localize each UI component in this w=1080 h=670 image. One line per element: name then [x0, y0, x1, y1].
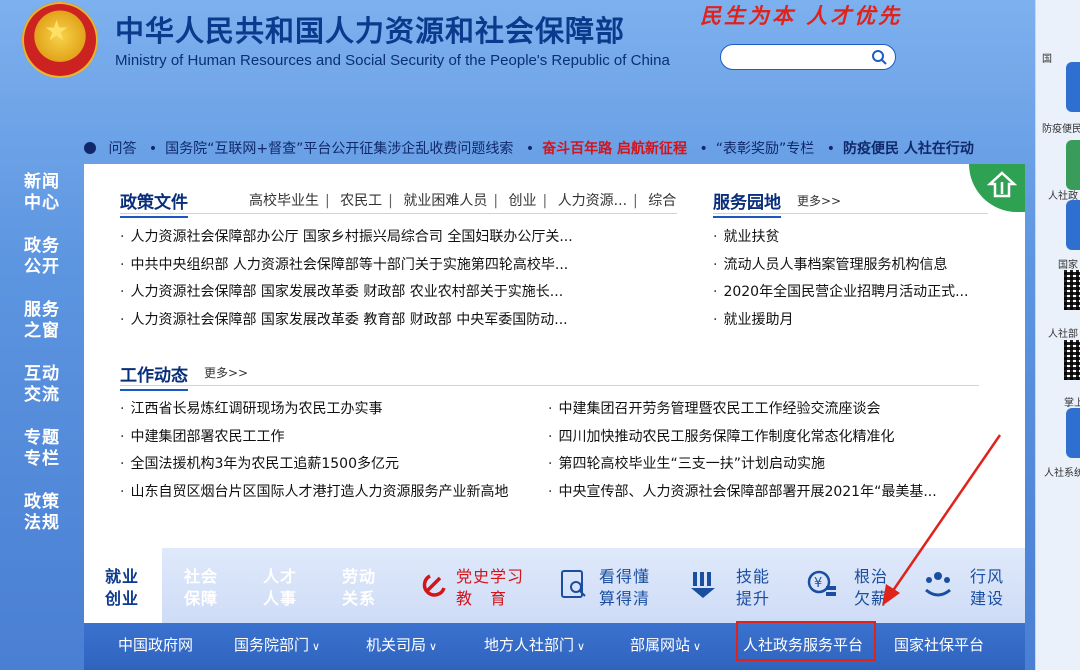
- link-local-hr[interactable]: 地方人社部门 ∨: [484, 634, 585, 655]
- tab-hr[interactable]: 人力资源...: [558, 193, 627, 209]
- tab-general[interactable]: 综合: [648, 193, 676, 209]
- list-item[interactable]: 人力资源社会保障部 国家发展改革委 财政部 农业农村部关于实施长...: [120, 279, 573, 307]
- page: 中华人民共和国人力资源和社会保障部 Ministry of Human Reso…: [0, 0, 1080, 670]
- tab-migrant-workers[interactable]: 农民工: [340, 193, 382, 209]
- list-item[interactable]: 人力资源社会保障部 国家发展改革委 教育部 财政部 中央军委国防动...: [120, 307, 573, 335]
- national-emblem-logo: [22, 2, 98, 78]
- sidebar-label: 国家: [1058, 260, 1078, 271]
- nav-service-window[interactable]: 服务之窗: [22, 300, 62, 342]
- highlight-annotation: [736, 621, 876, 661]
- arrow-annotation: [882, 434, 1002, 606]
- slogan: 民生为本 人才优先: [700, 3, 903, 28]
- site-subtitle: Ministry of Human Resources and Social S…: [115, 52, 670, 69]
- sidebar-tile[interactable]: [1066, 408, 1080, 458]
- qr-code: [1064, 340, 1080, 380]
- link-departments[interactable]: 机关司局 ∨: [366, 634, 437, 655]
- document-search-icon: [561, 570, 586, 598]
- svg-text:¥: ¥: [814, 576, 822, 591]
- service-more-link[interactable]: 更多>>: [797, 192, 841, 209]
- news-section-title[interactable]: 工作动态: [120, 361, 188, 391]
- list-item[interactable]: 中建集团部署农民工工作: [120, 424, 508, 452]
- list-item[interactable]: 人力资源社会保障部办公厅 国家乡村振兴局综合司 全国妇联办公厅关...: [120, 224, 572, 252]
- nav-interaction[interactable]: 互动交流: [22, 364, 62, 406]
- policy-section-title[interactable]: 政策文件: [120, 188, 188, 218]
- ticker-item[interactable]: “表彰奖励”专栏: [716, 141, 815, 157]
- tab-employment[interactable]: 就业 创业: [101, 566, 143, 610]
- divider: [713, 213, 988, 214]
- speaker-icon: [84, 142, 96, 154]
- list-item[interactable]: 江西省长易炼红调研现场为农民工办实事: [120, 396, 508, 424]
- list-item[interactable]: 中建集团召开劳务管理暨农民工工作经验交流座谈会: [548, 396, 937, 424]
- list-item[interactable]: 流动人员人事档案管理服务机构信息: [713, 252, 968, 280]
- news-ticker: 问答 • 国务院“互联网+督查”平台公开征集涉企乱收费问题线索 • 奋斗百年路 启航…: [84, 138, 1004, 162]
- sidebar-tile[interactable]: [1066, 200, 1080, 250]
- sidebar-tile[interactable]: [1066, 62, 1080, 112]
- site-header: 中华人民共和国人力资源和社会保障部 Ministry of Human Reso…: [0, 0, 1035, 135]
- ticker-item[interactable]: 奋斗百年路 启航新征程: [542, 141, 687, 157]
- party-emblem-icon: [422, 574, 446, 597]
- policy-list: 人力资源社会保障部办公厅 国家乡村振兴局综合司 全国妇联办公厅关... 中共中央…: [120, 224, 573, 335]
- list-item[interactable]: 就业扶贫: [713, 224, 968, 252]
- link-affiliated-sites[interactable]: 部属网站 ∨: [630, 634, 701, 655]
- news-list-left: 江西省长易炼红调研现场为农民工办实事 中建集团部署农民工工作 全国法援机构3年为…: [120, 396, 508, 506]
- footer-links: 中国政府网 国务院部门 ∨ 机关司局 ∨ 地方人社部门 ∨ 部属网站 ∨ 人社政务服务平…: [84, 623, 1025, 670]
- divider: [120, 213, 677, 214]
- sidebar-label: 人社部: [1048, 329, 1078, 340]
- coins-icon: ¥: [807, 570, 836, 596]
- list-item[interactable]: 全国法援机构3年为农民工追薪1500多亿元: [120, 451, 508, 479]
- link-gov[interactable]: 中国政府网: [118, 634, 193, 655]
- home-icon: [987, 171, 1017, 198]
- ticker-item[interactable]: 问答: [108, 141, 136, 157]
- ticker-item[interactable]: 防疫便民 人社在行动: [843, 141, 974, 157]
- sidebar-tile[interactable]: [1066, 140, 1080, 190]
- service-section-title[interactable]: 服务园地: [713, 188, 781, 218]
- tab-hard-to-employ[interactable]: 就业困难人员: [403, 193, 487, 209]
- link-state-council-depts[interactable]: 国务院部门 ∨: [234, 634, 320, 655]
- list-item[interactable]: 中共中央组织部 人力资源社会保障部等十部门关于实施第四轮高校毕...: [120, 252, 573, 280]
- divider: [120, 385, 979, 386]
- link-national-social-security[interactable]: 国家社保平台: [894, 634, 984, 655]
- tab-social-security[interactable]: 社会 保障: [180, 566, 222, 610]
- sidebar-label: 防疫便民: [1042, 124, 1080, 135]
- list-item[interactable]: 就业援助月: [713, 307, 968, 335]
- tab-party-history[interactable]: 党史学习教 育: [456, 566, 526, 610]
- tab-understand[interactable]: 看得懂 算得清: [599, 566, 659, 610]
- nav-news-center[interactable]: 新闻中心: [22, 172, 62, 214]
- nav-policies[interactable]: 政策法规: [22, 492, 62, 534]
- nav-special-topics[interactable]: 专题专栏: [22, 428, 62, 470]
- tab-graduates[interactable]: 高校毕业生: [249, 193, 319, 209]
- list-item[interactable]: 山东自贸区烟台片区国际人才港打造人力资源服务产业新高地: [120, 479, 508, 507]
- left-nav: 新闻中心 政务公开 服务之窗 互动交流 专题专栏 政策法规: [22, 172, 80, 556]
- accessibility-badge[interactable]: [969, 164, 1025, 212]
- search-icon[interactable]: [871, 49, 887, 65]
- service-list: 就业扶贫 流动人员人事档案管理服务机构信息 2020年全国民营企业招聘月活动正式…: [713, 224, 968, 334]
- search-box[interactable]: [720, 44, 896, 70]
- tab-skills[interactable]: 技能 提升: [732, 566, 774, 610]
- search-input[interactable]: [731, 46, 871, 68]
- skills-icon: [691, 572, 715, 598]
- list-item[interactable]: 2020年全国民营企业招聘月活动正式...: [713, 279, 968, 307]
- right-sidebar: 国 防疫便民 人社政 国家 人社部 掌上 人社系统: [1035, 0, 1080, 670]
- nav-gov-affairs[interactable]: 政务公开: [22, 236, 62, 278]
- site-title: 中华人民共和国人力资源和社会保障部: [115, 14, 626, 48]
- sidebar-label: 国: [1042, 54, 1052, 65]
- news-more-link[interactable]: 更多>>: [204, 364, 248, 381]
- qr-code: [1064, 270, 1080, 310]
- tab-talent[interactable]: 人才 人事: [259, 566, 301, 610]
- tab-startup[interactable]: 创业: [509, 193, 537, 209]
- policy-tabs: 高校毕业生 | 农民工 | 就业困难人员 | 创业 | 人力资源... | 综合: [249, 193, 677, 209]
- ticker-item[interactable]: 国务院“互联网+督查”平台公开征集涉企乱收费问题线索: [165, 141, 513, 157]
- tab-labor-relations[interactable]: 劳动 关系: [338, 566, 380, 610]
- sidebar-label: 人社系统: [1044, 468, 1080, 479]
- sidebar-label: 掌上: [1064, 398, 1080, 409]
